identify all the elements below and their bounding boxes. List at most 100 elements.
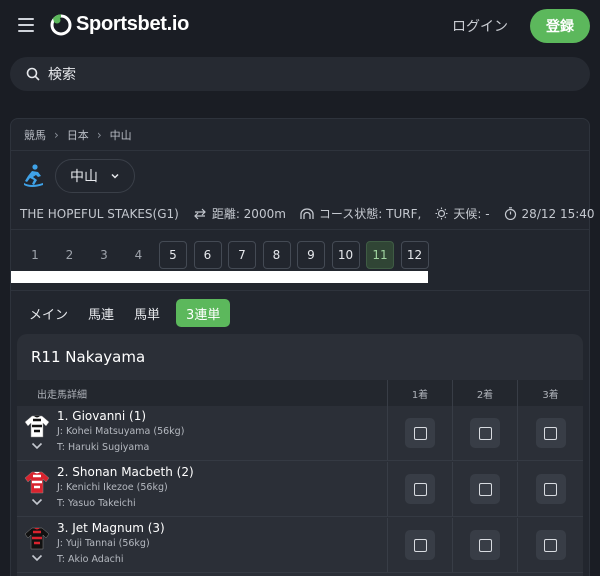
white-bar xyxy=(11,271,428,283)
second-place-checkbox[interactable] xyxy=(470,418,500,448)
runner-table-header: 出走馬詳細 1着 2着 3着 xyxy=(17,380,583,406)
divider xyxy=(11,229,589,230)
third-place-checkbox[interactable] xyxy=(535,530,566,560)
jockey-info: J: Kohei Matsuyama (56kg) xyxy=(57,426,185,437)
race-number-button[interactable]: 11 xyxy=(366,241,394,269)
login-link[interactable]: ログイン xyxy=(452,16,508,36)
race-number-selector: 1 2 3 4 5 6 7 8 9 10 11 12 xyxy=(21,241,435,269)
bet-type-tabs: メイン 馬連 馬単 3連単 xyxy=(19,299,231,327)
race-card-title: R11 Nakayama xyxy=(31,348,146,366)
runner-details-cell: 1. Giovanni (1) J: Kohei Matsuyama (56kg… xyxy=(17,406,388,460)
race-number-button[interactable]: 8 xyxy=(262,241,291,269)
logo-text: Sportsbet.io xyxy=(76,13,190,35)
column-header-1st: 1着 xyxy=(388,380,453,406)
breadcrumb-item-racing[interactable]: 競馬 xyxy=(24,127,46,143)
race-number-button[interactable]: 5 xyxy=(159,241,187,269)
race-number-button[interactable]: 4 xyxy=(125,241,153,269)
race-header: 中山 xyxy=(21,159,135,193)
third-place-cell xyxy=(518,406,583,460)
race-number-button[interactable]: 3 xyxy=(90,241,118,269)
race-panel: 競馬 › 日本 › 中山 中山 THE HOPEFUL STAKES(G1) 距… xyxy=(10,118,595,576)
second-place-cell xyxy=(453,406,518,460)
breadcrumb-item-japan[interactable]: 日本 xyxy=(67,127,89,143)
race-info: THE HOPEFUL STAKES(G1) 距離: 2000m コース状態: … xyxy=(20,205,600,222)
top-header: Sportsbet.io ログイン 登録 xyxy=(0,0,600,52)
first-place-checkbox[interactable] xyxy=(405,530,435,560)
second-place-cell xyxy=(453,518,518,572)
venue-select-value: 中山 xyxy=(70,169,98,185)
race-number-button[interactable]: 10 xyxy=(331,241,360,269)
race-course: コース状態: TURF, xyxy=(300,205,421,222)
race-number-button[interactable]: 6 xyxy=(193,241,222,269)
third-place-checkbox[interactable] xyxy=(535,474,566,504)
first-place-checkbox[interactable] xyxy=(405,418,435,448)
first-place-checkbox[interactable] xyxy=(405,474,435,504)
stopwatch-icon xyxy=(504,207,516,220)
third-place-checkbox[interactable] xyxy=(535,418,566,448)
trainer-info: T: Haruki Sugiyama xyxy=(57,442,150,453)
horse-name: 3. Jet Magnum (3) xyxy=(57,521,165,535)
chevron-down-icon xyxy=(111,173,119,179)
race-number-button[interactable]: 12 xyxy=(400,241,429,269)
sportsbet-logo[interactable]: Sportsbet.io xyxy=(50,13,189,36)
tab-main[interactable]: メイン xyxy=(19,299,78,327)
tab-exacta[interactable]: 馬単 xyxy=(124,299,170,327)
breadcrumb-item-nakayama[interactable]: 中山 xyxy=(110,127,132,143)
runner-row: 1. Giovanni (1) J: Kohei Matsuyama (56kg… xyxy=(17,406,583,461)
register-button[interactable]: 登録 xyxy=(530,9,590,43)
trainer-info: T: Yasuo Takeichi xyxy=(57,498,136,509)
race-number-button[interactable]: 2 xyxy=(56,241,84,269)
race-distance: 距離: 2000m xyxy=(193,205,286,222)
chevron-right-icon: › xyxy=(96,128,102,142)
horse-name: 2. Shonan Macbeth (2) xyxy=(57,465,194,479)
third-place-cell xyxy=(518,518,583,572)
horse-name: 1. Giovanni (1) xyxy=(57,409,147,423)
column-header-2nd: 2着 xyxy=(453,380,518,406)
race-time: 28/12 15:40 xyxy=(504,207,595,221)
divider xyxy=(11,290,589,291)
second-place-checkbox[interactable] xyxy=(470,530,500,560)
hamburger-menu-icon[interactable] xyxy=(18,18,34,32)
chevron-down-icon[interactable] xyxy=(31,554,43,562)
jockey-silk-icon xyxy=(24,471,50,494)
jockey-silk-icon xyxy=(24,527,50,550)
tab-quinella[interactable]: 馬連 xyxy=(78,299,124,327)
second-place-checkbox[interactable] xyxy=(470,474,500,504)
jockey-silk-icon xyxy=(24,415,50,438)
race-card: R11 Nakayama 出走馬詳細 1着 2着 3着 1. Giovanni … xyxy=(17,334,583,576)
course-icon xyxy=(300,207,314,219)
chevron-right-icon: › xyxy=(54,128,59,142)
search-input[interactable]: 検索 xyxy=(10,57,590,91)
jockey-info: J: Kenichi Ikezoe (56kg) xyxy=(57,482,168,493)
third-place-cell xyxy=(518,462,583,516)
chevron-down-icon[interactable] xyxy=(31,498,43,506)
search-icon xyxy=(26,67,40,81)
race-number-button[interactable]: 9 xyxy=(297,241,325,269)
race-number-button[interactable]: 7 xyxy=(228,241,256,269)
race-name: THE HOPEFUL STAKES(G1) xyxy=(20,206,179,221)
runner-details-cell: 2. Shonan Macbeth (2) J: Kenichi Ikezoe … xyxy=(17,462,388,516)
jockey-info: J: Yuji Tannai (56kg) xyxy=(57,538,150,549)
sun-icon xyxy=(435,207,448,220)
search-placeholder: 検索 xyxy=(48,67,76,83)
runner-row: 3. Jet Magnum (3) J: Yuji Tannai (56kg) … xyxy=(17,518,583,573)
chevron-down-icon[interactable] xyxy=(31,442,43,450)
logo-mark-icon xyxy=(50,13,72,36)
trainer-info: T: Akio Adachi xyxy=(57,554,124,565)
race-number-button[interactable]: 1 xyxy=(21,241,49,269)
runner-row: 2. Shonan Macbeth (2) J: Kenichi Ikezoe … xyxy=(17,462,583,517)
first-place-cell xyxy=(388,462,453,516)
breadcrumb: 競馬 › 日本 › 中山 xyxy=(24,127,132,143)
tab-trifecta[interactable]: 3連単 xyxy=(176,299,231,327)
divider xyxy=(11,150,589,151)
horse-racing-icon xyxy=(24,164,43,187)
second-place-cell xyxy=(453,462,518,516)
column-header-3rd: 3着 xyxy=(542,389,559,401)
first-place-cell xyxy=(388,518,453,572)
race-weather: 天候: - xyxy=(435,205,490,222)
runner-details-cell: 3. Jet Magnum (3) J: Yuji Tannai (56kg) … xyxy=(17,518,388,572)
first-place-cell xyxy=(388,406,453,460)
distance-arrows-icon xyxy=(193,208,206,219)
venue-select[interactable]: 中山 xyxy=(55,159,135,193)
column-header-runner-details: 出走馬詳細 xyxy=(17,380,388,406)
